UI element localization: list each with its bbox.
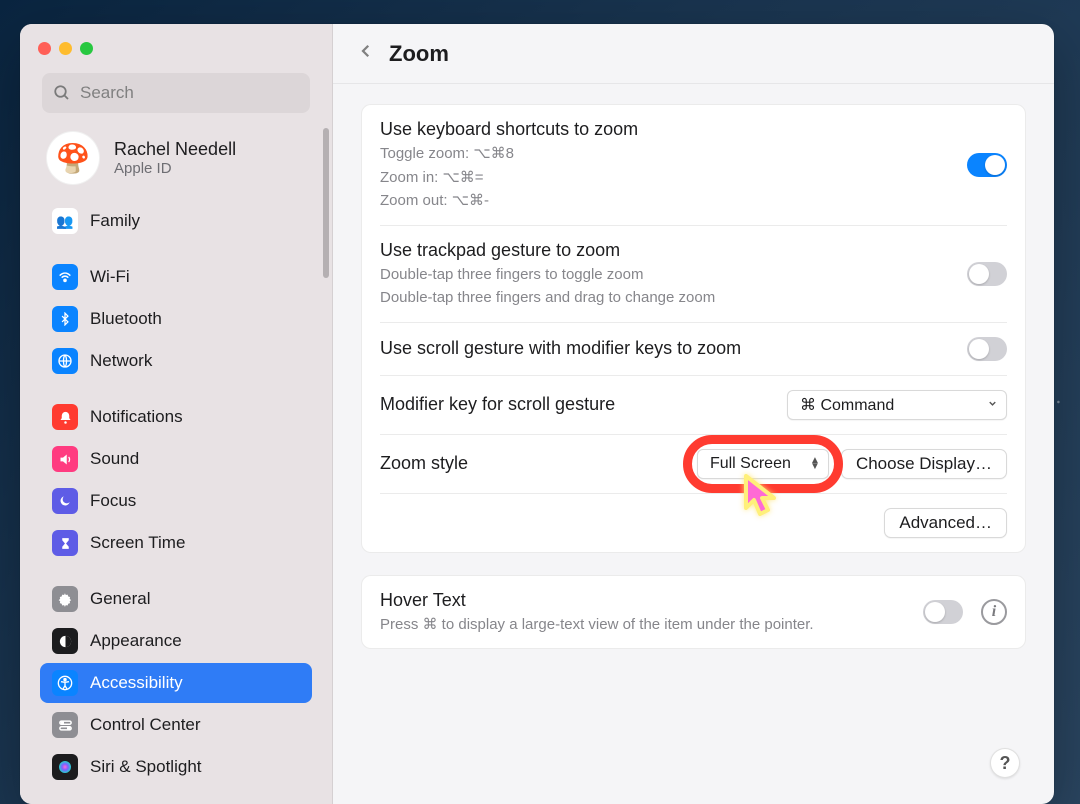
- sidebar-item-notifications[interactable]: Notifications: [40, 397, 312, 437]
- sidebar-scrollbar[interactable]: [323, 128, 329, 278]
- search-icon: [53, 84, 71, 107]
- scroll-gesture-toggle[interactable]: [967, 337, 1007, 361]
- row-scroll-gesture: Use scroll gesture with modifier keys to…: [380, 323, 1007, 376]
- advanced-button[interactable]: Advanced…: [884, 508, 1007, 538]
- sidebar-item-label: Focus: [90, 491, 136, 511]
- hourglass-icon: [52, 530, 78, 556]
- account-row[interactable]: 🍄 Rachel Needell Apple ID: [32, 127, 320, 201]
- sidebar-item-label: Control Center: [90, 715, 201, 735]
- row-desc: Zoom out: ⌥⌘-: [380, 191, 638, 211]
- sidebar-item-bluetooth[interactable]: Bluetooth: [40, 299, 312, 339]
- sidebar-item-label: Notifications: [90, 407, 183, 427]
- row-title: Zoom style: [380, 453, 685, 474]
- row-trackpad-gesture: Use trackpad gesture to zoom Double-tap …: [380, 226, 1007, 323]
- fullscreen-window-button[interactable]: [80, 42, 93, 55]
- sidebar-item-wifi[interactable]: Wi-Fi: [40, 257, 312, 297]
- row-desc: Double-tap three fingers to toggle zoom: [380, 265, 715, 285]
- sidebar-item-controlcenter[interactable]: Control Center: [40, 705, 312, 745]
- zoom-style-select[interactable]: Full Screen ▲▼: [697, 449, 829, 479]
- page-title: Zoom: [389, 41, 449, 67]
- appearance-icon: [52, 628, 78, 654]
- row-desc: Toggle zoom: ⌥⌘8: [380, 144, 638, 164]
- sidebar-item-screentime[interactable]: Screen Time: [40, 523, 312, 563]
- moon-icon: [52, 488, 78, 514]
- sidebar-item-general[interactable]: General: [40, 579, 312, 619]
- window-controls: [32, 40, 320, 73]
- sidebar-item-appearance[interactable]: Appearance: [40, 621, 312, 661]
- select-value: Full Screen: [710, 455, 791, 473]
- sidebar-item-label: Sound: [90, 449, 139, 469]
- hover-text-card: Hover Text Press ⌘ to display a large-te…: [361, 575, 1026, 650]
- keyboard-shortcuts-toggle[interactable]: [967, 153, 1007, 177]
- sidebar-item-focus[interactable]: Focus: [40, 481, 312, 521]
- search-input[interactable]: [42, 73, 310, 113]
- chevron-updown-icon: ▲▼: [810, 458, 820, 470]
- switches-icon: [52, 712, 78, 738]
- sidebar-item-family[interactable]: 👥 Family: [40, 201, 312, 241]
- trackpad-gesture-toggle[interactable]: [967, 262, 1007, 286]
- settings-window: 🍄 Rachel Needell Apple ID 👥 Family Wi-Fi: [20, 24, 1054, 804]
- sidebar-item-label: General: [90, 589, 150, 609]
- titlebar: Zoom: [333, 24, 1054, 84]
- row-title: Use keyboard shortcuts to zoom: [380, 119, 638, 140]
- sidebar-item-siri[interactable]: Siri & Spotlight: [40, 747, 312, 787]
- sidebar-item-label: Network: [90, 351, 152, 371]
- sidebar-item-sound[interactable]: Sound: [40, 439, 312, 479]
- sidebar-item-label: Family: [90, 211, 140, 231]
- row-title: Use scroll gesture with modifier keys to…: [380, 338, 741, 359]
- sidebar-item-accessibility[interactable]: Accessibility: [40, 663, 312, 703]
- chevron-down-icon: [987, 396, 998, 414]
- wifi-icon: [52, 264, 78, 290]
- avatar: 🍄: [46, 131, 100, 185]
- accessibility-icon: [52, 670, 78, 696]
- family-icon: 👥: [52, 208, 78, 234]
- hover-text-toggle[interactable]: [923, 600, 963, 624]
- sidebar: 🍄 Rachel Needell Apple ID 👥 Family Wi-Fi: [20, 24, 333, 804]
- globe-icon: [52, 348, 78, 374]
- siri-icon: [52, 754, 78, 780]
- row-title: Hover Text: [380, 590, 814, 611]
- account-name: Rachel Needell: [114, 139, 236, 160]
- choose-display-button[interactable]: Choose Display…: [841, 449, 1007, 479]
- modifier-key-select[interactable]: ⌘ Command: [787, 390, 1007, 420]
- row-keyboard-shortcuts: Use keyboard shortcuts to zoom Toggle zo…: [380, 105, 1007, 226]
- row-desc: Press ⌘ to display a large-text view of …: [380, 615, 814, 635]
- sidebar-item-label: Appearance: [90, 631, 182, 651]
- close-window-button[interactable]: [38, 42, 51, 55]
- gear-icon: [52, 586, 78, 612]
- minimize-window-button[interactable]: [59, 42, 72, 55]
- sidebar-list: 👥 Family Wi-Fi Bluetooth Netwo: [32, 201, 320, 787]
- row-zoom-style: Zoom style Full Screen ▲▼ Choose Display…: [380, 435, 1007, 494]
- row-desc: Zoom in: ⌥⌘=: [380, 168, 638, 188]
- account-sub: Apple ID: [114, 160, 236, 177]
- select-value: ⌘ Command: [800, 395, 894, 415]
- bell-icon: [52, 404, 78, 430]
- back-button[interactable]: [357, 40, 375, 67]
- sidebar-item-label: Bluetooth: [90, 309, 162, 329]
- row-desc: Double-tap three fingers and drag to cha…: [380, 288, 715, 308]
- info-button[interactable]: i: [981, 599, 1007, 625]
- help-button[interactable]: ?: [990, 748, 1020, 778]
- sidebar-item-label: Screen Time: [90, 533, 185, 553]
- content: Use keyboard shortcuts to zoom Toggle zo…: [333, 84, 1054, 804]
- row-modifier-key: Modifier key for scroll gesture ⌘ Comman…: [380, 376, 1007, 435]
- zoom-settings-card: Use keyboard shortcuts to zoom Toggle zo…: [361, 104, 1026, 553]
- sidebar-item-network[interactable]: Network: [40, 341, 312, 381]
- row-advanced: Advanced…: [380, 494, 1007, 552]
- row-title: Modifier key for scroll gesture: [380, 394, 615, 415]
- bluetooth-icon: [52, 306, 78, 332]
- row-title: Use trackpad gesture to zoom: [380, 240, 715, 261]
- sidebar-item-label: Wi-Fi: [90, 267, 130, 287]
- speaker-icon: [52, 446, 78, 472]
- main-pane: Zoom Use keyboard shortcuts to zoom Togg…: [333, 24, 1054, 804]
- sidebar-item-label: Siri & Spotlight: [90, 757, 202, 777]
- sidebar-item-label: Accessibility: [90, 673, 183, 693]
